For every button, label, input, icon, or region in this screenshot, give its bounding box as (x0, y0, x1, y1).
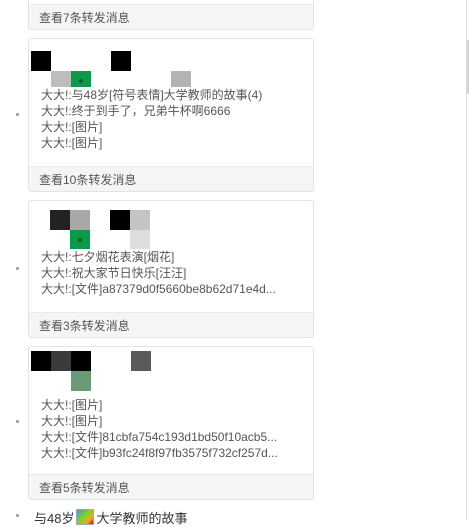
message-line: 大大!:终于到手了，兄弟牛杯啊6666 (41, 104, 231, 118)
forwarded-message-card[interactable]: 大大!:与48岁[符号表情]大学教师的故事(4) 大大!:终于到手了，兄弟牛杯啊… (28, 38, 314, 192)
message-line: 大大!:祝大家节日快乐[汪汪] (41, 266, 187, 280)
message-line: 大大!:[文件]a87379d0f5660be8b62d71e4d... (41, 282, 276, 296)
message-line: 大大!:与48岁[符号表情]大学教师的故事(4) (41, 88, 263, 102)
message-line: 大大!:[图片] (41, 120, 103, 134)
avatar (131, 351, 151, 371)
message-line: 大大!:[图片] (41, 136, 103, 150)
avatar-strip (29, 39, 313, 87)
view-forwarded-messages-link[interactable]: 查看5条转发消息 (39, 479, 130, 496)
avatar (110, 210, 130, 230)
avatar (71, 351, 91, 371)
avatar (51, 351, 71, 371)
forwarded-message-card[interactable]: 大大!:七夕烟花表演[烟花] 大大!:祝大家节日快乐[汪汪] 大大!:[文件]a… (28, 200, 314, 338)
avatar (51, 71, 71, 87)
message-title[interactable]: 与48岁 大学教师的故事 (34, 508, 187, 527)
forwarded-message-card[interactable]: 大大!:[图片] 大大!:[图片] 大大!:[文件]81cbfa754c193d… (28, 346, 314, 500)
card-footer: 查看3条转发消息 (29, 312, 313, 337)
card-footer: 查看7条转发消息 (29, 4, 313, 29)
view-forwarded-messages-link[interactable]: 查看3条转发消息 (39, 317, 130, 334)
avatar (171, 71, 191, 87)
message-title-after: 大学教师的故事 (96, 511, 188, 526)
avatar (50, 210, 70, 230)
card-footer: 查看5条转发消息 (29, 474, 313, 499)
avatar (31, 51, 51, 71)
forwarded-message-card[interactable]: 查看7条转发消息 (28, 0, 314, 30)
avatar (70, 230, 90, 249)
avatar (130, 210, 150, 230)
avatar (130, 230, 150, 249)
message-line: 大大!:[图片] (41, 398, 103, 412)
list-bullet (16, 113, 19, 116)
avatar (71, 371, 91, 391)
message-line: 大大!:七夕烟花表演[烟花] (41, 250, 175, 264)
view-forwarded-messages-link[interactable]: 查看10条转发消息 (39, 171, 136, 188)
message-title-before: 与48岁 (34, 511, 75, 526)
avatar (111, 51, 131, 71)
list-bullet (16, 420, 19, 423)
avatar-strip (29, 347, 313, 397)
avatar (71, 71, 91, 87)
rainbow-emoji-icon (76, 509, 95, 525)
avatar (31, 351, 51, 371)
avatar-strip (29, 201, 313, 249)
list-bullet (16, 267, 19, 270)
view-forwarded-messages-link[interactable]: 查看7条转发消息 (39, 9, 130, 26)
message-line: 大大!:[文件]81cbfa754c193d1bd50f10acb5... (41, 430, 278, 444)
list-bullet (16, 514, 19, 517)
message-line: 大大!:[图片] (41, 414, 103, 428)
message-line: 大大!:[文件]b93fc24f8f97fb3575f732cf257d... (41, 446, 278, 460)
avatar (70, 210, 90, 230)
card-footer: 查看10条转发消息 (29, 166, 313, 191)
